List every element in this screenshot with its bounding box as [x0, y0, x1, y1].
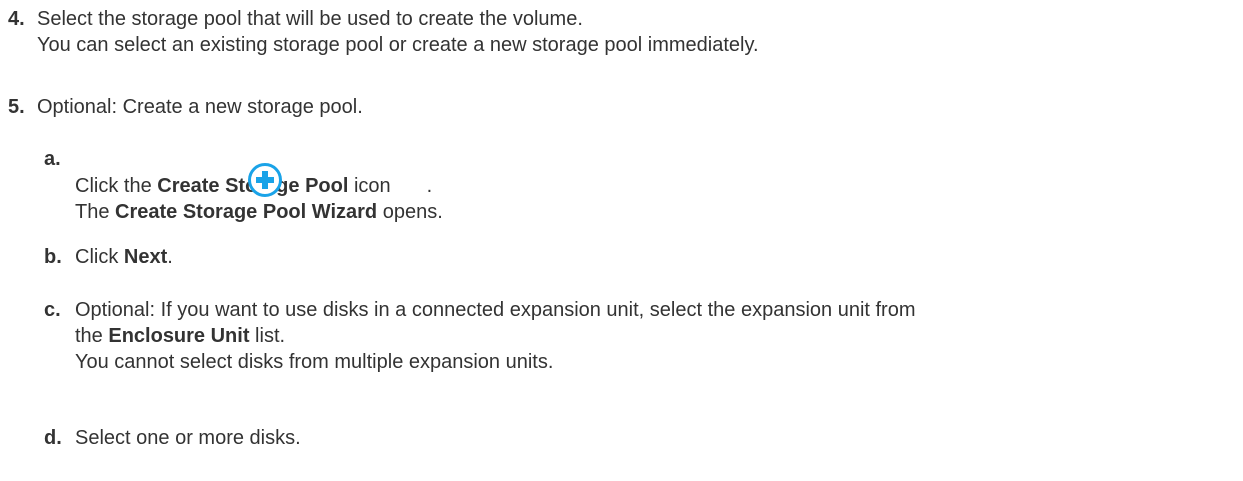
substep-text: Optional: If you want to use disks in a … — [75, 299, 916, 321]
step-body: Optional: Create a new storage pool. — [37, 94, 363, 120]
plus-circle-icon — [248, 163, 282, 197]
text-period: . — [426, 175, 433, 197]
text-list: list. — [249, 325, 286, 347]
substep-text: Select one or more disks. — [75, 427, 301, 449]
substep-text: Click Next. — [75, 244, 173, 270]
substep-number: b. — [44, 246, 62, 268]
step-number: 4. — [8, 8, 25, 30]
substep-text: You cannot select disks from multiple ex… — [75, 351, 554, 373]
ui-term-next: Next — [123, 246, 168, 268]
text-the: The — [75, 201, 116, 223]
substep-body: Optional: If you want to use disks in a … — [75, 297, 916, 375]
substep-text: The Create Storage Pool Wizard opens. — [75, 199, 443, 225]
step-text: Optional: Create a new storage pool. — [37, 96, 363, 118]
substep-body: Select one or more disks. — [75, 425, 301, 451]
ui-term-create-storage-pool-wizard: Create Storage Pool Wizard — [115, 201, 378, 223]
substep-number: d. — [44, 427, 62, 449]
substep-number: c. — [44, 299, 61, 321]
ui-term-enclosure-unit: Enclosure Unit — [108, 325, 250, 347]
text-click: Click — [75, 246, 124, 268]
text-opens: opens. — [377, 201, 443, 223]
text-period: . — [167, 246, 173, 268]
substep-text: the Enclosure Unit list. — [75, 323, 916, 349]
step-text: You can select an existing storage pool … — [37, 34, 759, 56]
text-icon-word: icon — [348, 175, 391, 197]
text-the: the — [75, 325, 109, 347]
step-text: Select the storage pool that will be use… — [37, 8, 583, 30]
step-number: 5. — [8, 96, 25, 118]
step-body: Select the storage pool that will be use… — [37, 6, 759, 58]
text-click: Click the — [75, 175, 158, 197]
substep-number: a. — [44, 148, 61, 170]
substep-body: Click Next. — [75, 244, 173, 270]
